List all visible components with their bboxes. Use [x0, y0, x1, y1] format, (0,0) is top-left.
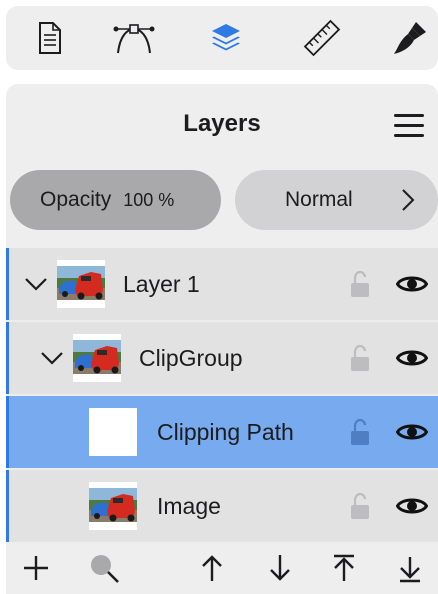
layer-row-layer-1[interactable]: Layer 1	[6, 248, 438, 320]
layer-thumbnail	[57, 260, 105, 308]
opacity-control[interactable]: Opacity 100 %	[10, 170, 221, 230]
layer-row-image[interactable]: Image	[6, 470, 438, 542]
top-toolbar	[6, 6, 438, 70]
move-to-top-button[interactable]	[326, 550, 362, 586]
move-down-button[interactable]	[262, 550, 298, 586]
layers-panel: Layers Opacity 100 % Normal Layer 1 Clip…	[6, 84, 438, 594]
visibility-eye-icon[interactable]	[396, 273, 428, 295]
layer-name: ClipGroup	[139, 345, 243, 371]
visibility-eye-icon[interactable]	[396, 495, 428, 517]
lock-icon[interactable]	[349, 270, 371, 298]
lock-icon[interactable]	[349, 418, 371, 446]
brush-tool-button[interactable]	[382, 6, 438, 70]
move-to-top-icon	[334, 554, 354, 581]
layer-name: Image	[157, 493, 221, 519]
chevron-down-icon[interactable]	[37, 344, 67, 372]
chevron-down-icon[interactable]	[21, 270, 51, 298]
layer-thumbnail	[89, 482, 137, 530]
visibility-eye-icon[interactable]	[396, 347, 428, 369]
chevron-right-icon	[402, 189, 415, 211]
opacity-label: Opacity	[40, 188, 112, 211]
document-tool-button[interactable]	[22, 6, 78, 70]
opacity-value: 100 %	[123, 189, 175, 210]
hamburger-icon	[394, 114, 424, 117]
search-layers-button[interactable]	[86, 550, 122, 586]
layer-row-clipping-path[interactable]: Clipping Path	[6, 396, 438, 468]
blend-mode-select[interactable]: Normal	[235, 170, 438, 230]
layer-row-clipgroup[interactable]: ClipGroup	[6, 322, 438, 394]
layers-tool-button[interactable]	[198, 6, 254, 70]
layer-name: Clipping Path	[157, 419, 294, 445]
brush-icon	[394, 22, 426, 54]
ruler-icon	[303, 19, 341, 57]
panel-menu-button[interactable]	[392, 112, 426, 138]
layer-thumbnail	[73, 334, 121, 382]
vector-pen-icon	[113, 24, 155, 54]
layer-name: Layer 1	[123, 271, 200, 297]
lock-icon[interactable]	[349, 344, 371, 372]
vector-pen-tool-button[interactable]	[106, 6, 162, 70]
lock-icon[interactable]	[349, 492, 371, 520]
layers-icon	[212, 24, 240, 51]
panel-title: Layers	[183, 110, 261, 137]
move-up-button[interactable]	[194, 550, 230, 586]
move-down-icon	[270, 555, 290, 581]
layer-thumbnail	[89, 408, 137, 456]
ruler-tool-button[interactable]	[294, 6, 350, 70]
blend-mode-label: Normal	[285, 188, 353, 211]
layers-action-bar	[6, 540, 438, 594]
search-icon	[91, 555, 119, 583]
document-icon	[39, 22, 61, 54]
move-to-bottom-icon	[400, 557, 420, 583]
move-to-bottom-button[interactable]	[392, 550, 428, 586]
add-layer-icon	[24, 556, 48, 580]
add-layer-button[interactable]	[18, 550, 54, 586]
move-up-icon	[202, 555, 222, 581]
visibility-eye-icon[interactable]	[396, 421, 428, 443]
